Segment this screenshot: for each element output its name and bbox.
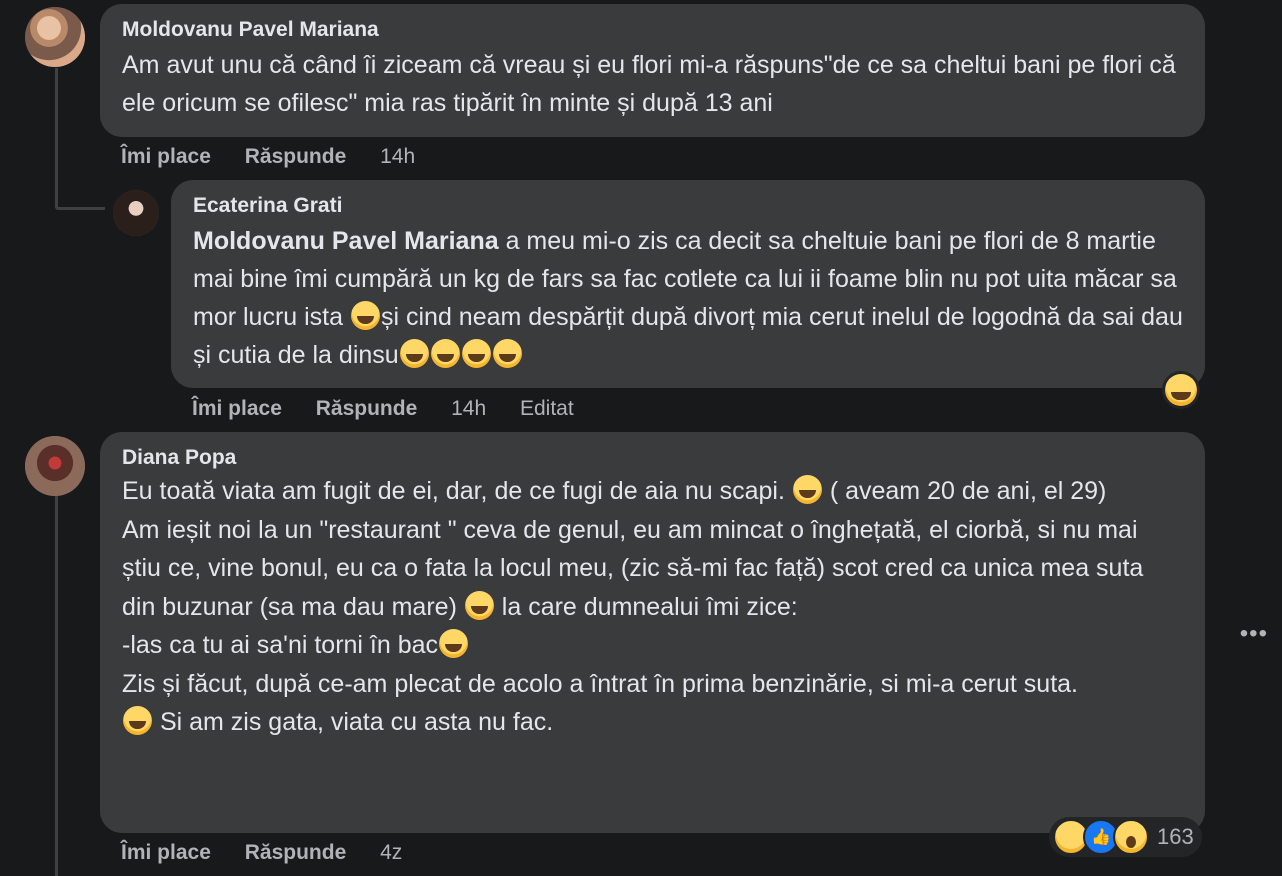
comment-bubble: Moldovanu Pavel Mariana Am avut unu că c… — [100, 4, 1205, 137]
comment-text: Eu toată viata am fugit de ei, dar, de c… — [122, 472, 1183, 742]
grinning-emoji-icon — [464, 590, 494, 620]
comment-bubble: Ecaterina Grati Moldovanu Pavel Mariana … — [171, 180, 1205, 388]
comment-paragraph: Eu toată viata am fugit de ei, dar, de c… — [122, 472, 1183, 511]
avatar[interactable] — [113, 190, 159, 236]
comment-actions: Îmi place Răspunde 14h Editat — [192, 397, 602, 421]
more-options-icon[interactable]: ••• — [1240, 620, 1268, 648]
tears-of-joy-emoji-icon — [399, 339, 429, 368]
tears-of-joy-emoji-icon — [492, 339, 522, 368]
reply-button[interactable]: Răspunde — [316, 397, 418, 420]
tears-of-joy-emoji-icon — [430, 339, 460, 368]
avatar[interactable] — [25, 7, 85, 67]
timestamp[interactable]: 14h — [451, 397, 486, 420]
comment-paragraph: Si am zis gata, viata cu asta nu fac. — [122, 703, 1183, 742]
comment-author[interactable]: Diana Popa — [122, 446, 1183, 470]
comment-text-part: la care dumnealui îmi zice: — [494, 592, 798, 621]
grinning-emoji-icon — [792, 475, 822, 504]
comment-text-part: -las ca tu ai sa'ni torni în bac — [122, 631, 439, 659]
comment-paragraph: -las ca tu ai sa'ni torni în bac — [122, 626, 1183, 665]
like-button[interactable]: Îmi place — [121, 145, 211, 168]
reply-button[interactable]: Răspunde — [245, 145, 347, 168]
tears-of-joy-emoji-icon — [461, 339, 491, 368]
comment-text: Am avut unu că când îi ziceam că vreau ș… — [122, 51, 1176, 117]
reaction-summary[interactable] — [1162, 371, 1200, 409]
comment-author[interactable]: Moldovanu Pavel Mariana — [122, 18, 1183, 42]
comment-bubble: Diana Popa Eu toată viata am fugit de ei… — [100, 432, 1205, 833]
comment-text-part: ( aveam 20 de ani, el 29) — [822, 477, 1107, 505]
comment-author[interactable]: Ecaterina Grati — [193, 194, 1183, 218]
timestamp[interactable]: 4z — [380, 841, 402, 864]
comment-text-part: Si am zis gata, viata cu asta nu fac. — [153, 708, 554, 736]
mention-link[interactable]: Moldovanu Pavel Mariana — [193, 227, 499, 255]
like-button[interactable]: Îmi place — [192, 397, 282, 420]
thread-line — [55, 68, 58, 208]
timestamp[interactable]: 14h — [380, 145, 415, 168]
like-button[interactable]: Îmi place — [121, 841, 211, 864]
haha-icon — [1165, 374, 1197, 406]
wow-icon — [1113, 819, 1149, 855]
comment-actions: Îmi place Răspunde 4z — [121, 841, 430, 865]
rofl-emoji-icon — [123, 706, 152, 735]
reaction-count: 163 — [1157, 824, 1194, 849]
rofl-emoji-icon — [439, 629, 469, 658]
edited-label[interactable]: Editat — [520, 397, 574, 420]
comment-actions: Îmi place Răspunde 14h — [121, 145, 443, 169]
reaction-summary[interactable]: 163 — [1049, 817, 1202, 857]
avatar[interactable] — [25, 436, 85, 496]
tears-of-joy-emoji-icon — [350, 301, 380, 330]
reply-button[interactable]: Răspunde — [245, 841, 347, 864]
comment-paragraph: Zis și făcut, după ce-am plecat de acolo… — [122, 669, 1078, 698]
comment-text-part: Eu toată viata am fugit de ei, dar, de c… — [122, 477, 792, 505]
thread-line — [55, 496, 58, 876]
thread-line-branch — [55, 207, 105, 210]
comment-text: Moldovanu Pavel Mariana a meu mi-o zis c… — [193, 222, 1183, 374]
comment-paragraph: Am ieșit noi la un "restaurant " ceva de… — [122, 511, 1183, 627]
